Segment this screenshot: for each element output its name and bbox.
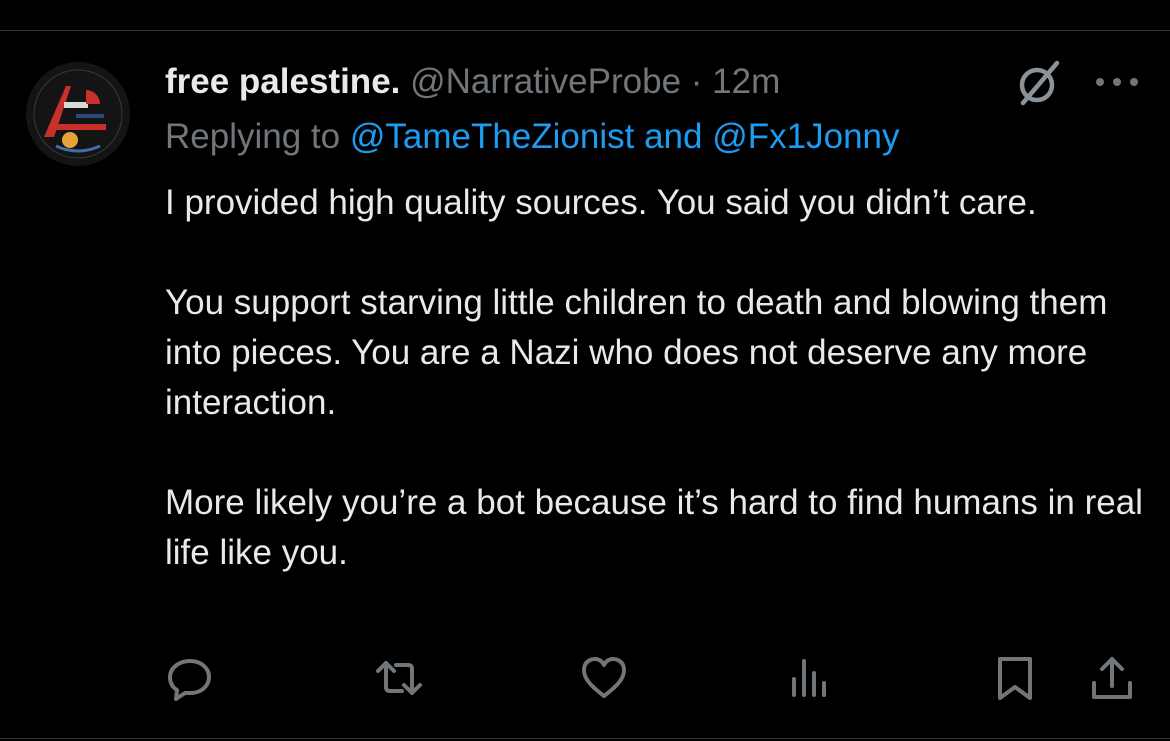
tweet-paragraph: You support starving little children to … (165, 283, 1108, 422)
reply-and: and (644, 117, 703, 156)
handle[interactable]: @NarrativeProbe (410, 62, 681, 101)
reply-icon[interactable] (165, 653, 215, 703)
tweet-text: I provided high quality sources. You sai… (165, 178, 1155, 578)
display-name[interactable]: free palestine. (165, 62, 400, 101)
bookmark-icon[interactable] (990, 653, 1040, 703)
replying-to: Replying to @TameTheZionist and @Fx1Jonn… (165, 113, 900, 161)
separator: · (690, 62, 703, 101)
reply-user-link-2[interactable]: @Fx1Jonny (712, 117, 899, 156)
avatar[interactable] (26, 62, 130, 166)
bottom-divider (0, 738, 1170, 739)
more-icon[interactable] (1092, 62, 1142, 102)
views-icon[interactable] (785, 653, 835, 703)
top-divider (0, 30, 1170, 31)
grok-icon[interactable] (1013, 57, 1065, 109)
reply-user-link-1[interactable]: @TameTheZionist (350, 117, 635, 156)
retweet-icon[interactable] (374, 653, 424, 703)
share-icon[interactable] (1087, 653, 1137, 703)
tweet-paragraph: I provided high quality sources. You sai… (165, 183, 1037, 222)
like-icon[interactable] (579, 653, 629, 703)
avatar-art-icon (26, 62, 130, 166)
timestamp[interactable]: 12m (712, 62, 780, 101)
tweet-paragraph: More likely you’re a bot because it’s ha… (165, 483, 1143, 572)
replying-prefix: Replying to (165, 117, 341, 156)
tweet-header: free palestine. @NarrativeProbe · 12m (165, 58, 780, 106)
